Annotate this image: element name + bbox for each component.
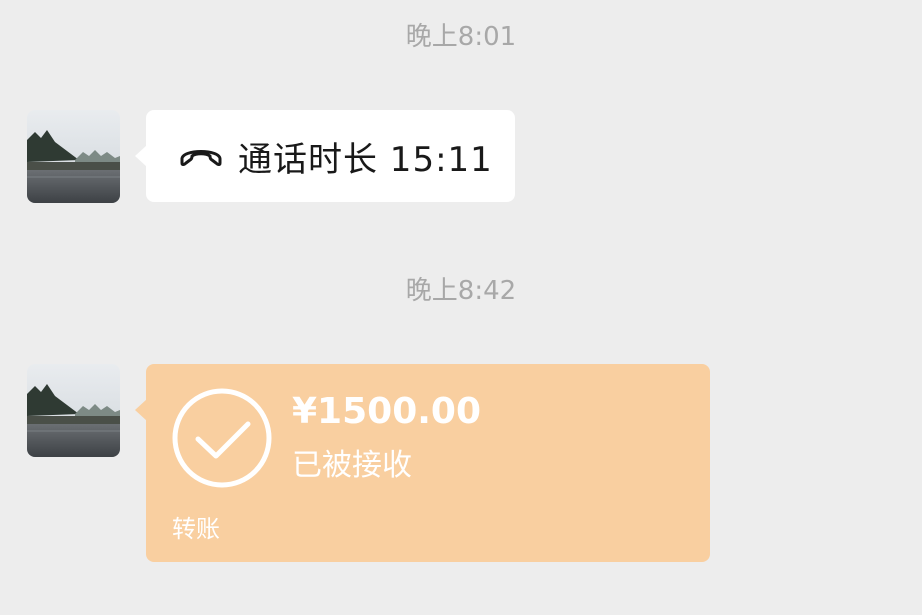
avatar[interactable]	[27, 364, 120, 457]
transfer-bubble[interactable]: ¥1500.00 已被接收 转账	[135, 364, 710, 562]
timestamp: 晚上8:42	[405, 276, 517, 306]
timestamp: 晚上8:01	[405, 22, 517, 52]
transfer-label: 转账	[172, 515, 220, 543]
check-circle-icon	[172, 388, 272, 488]
chat-view: 晚上8:01 通话时长 15:11 晚上8:42 ¥1500.00 已被接收 转…	[0, 0, 922, 615]
avatar-landscape-image	[27, 364, 120, 457]
avatar-landscape-image	[27, 110, 120, 203]
call-duration-text: 通话时长 15:11	[238, 139, 493, 180]
phone-hangup-icon	[178, 141, 224, 171]
call-duration-bubble[interactable]: 通话时长 15:11	[135, 110, 515, 202]
transfer-amount: ¥1500.00	[292, 391, 482, 432]
avatar[interactable]	[27, 110, 120, 203]
transfer-status: 已被接收	[292, 448, 412, 483]
